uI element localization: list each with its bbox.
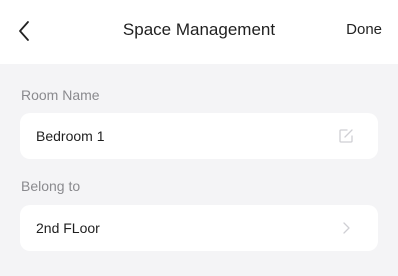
chevron-left-icon: [19, 21, 29, 41]
belong-to-label: Belong to: [21, 178, 81, 194]
page-title: Space Management: [122, 20, 276, 39]
done-button[interactable]: Done: [346, 21, 382, 38]
chevron-right-icon: [338, 220, 354, 236]
room-name-value: Bedroom 1: [36, 128, 105, 144]
belong-to-value: 2nd FLoor: [36, 220, 100, 236]
back-button[interactable]: [14, 18, 38, 44]
edit-icon[interactable]: [338, 128, 354, 144]
room-name-label: Room Name: [21, 87, 100, 103]
nav-header: Space Management Done: [0, 0, 398, 64]
room-name-field[interactable]: Bedroom 1: [20, 113, 378, 159]
belong-to-selector[interactable]: 2nd FLoor: [20, 205, 378, 251]
